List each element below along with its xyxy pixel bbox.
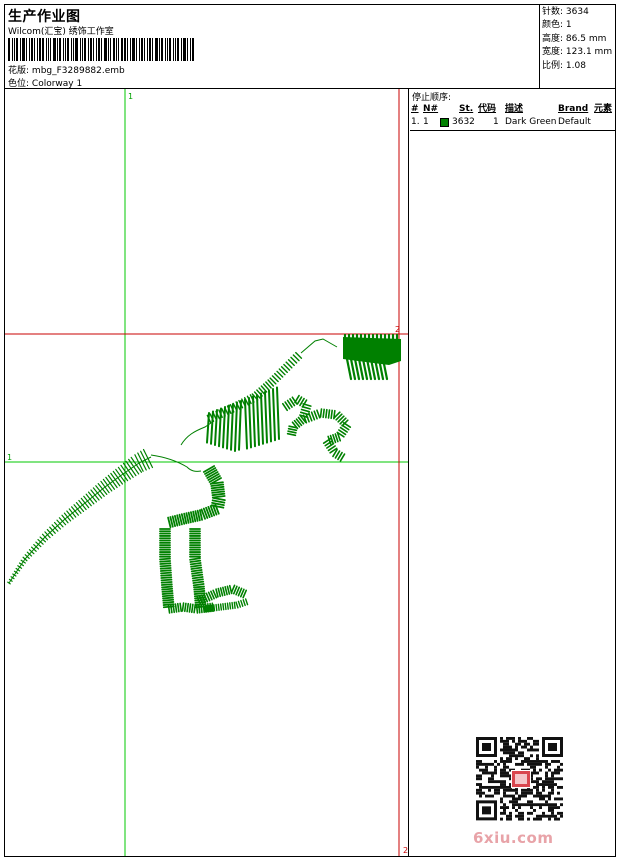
production-worksheet: 生产作业图 Wilcom(汇宝) 绣饰工作室 花版: mbg_F3289882.… — [4, 4, 616, 857]
guide-marker-right-mid: 2 — [395, 325, 400, 334]
col-element: 元素 — [594, 104, 613, 114]
pattern-filename: mbg_F3289882.emb — [31, 66, 125, 76]
col-stitches: St. — [459, 104, 474, 114]
stat-height: 高度: 86.5 mm — [542, 33, 607, 44]
thread-color-swatch — [440, 118, 449, 127]
col-code: 代码 — [478, 104, 497, 114]
stop-sequence-label: 停止顺序: — [412, 93, 452, 103]
guide-marker-top: 1 — [128, 92, 133, 101]
guide-marker-right-bottom: 2 — [403, 846, 408, 855]
stat-scale: 比例: 1.08 — [542, 60, 586, 71]
colorway-label: 色位: — [8, 79, 30, 89]
design-canvas: 1 1 2 2 — [5, 89, 409, 856]
thread-table: # N# St. 代码 描述 Brand 元素 1. 1 3632 1 Dark… — [410, 103, 615, 131]
design-stats: 针数: 3634 颜色: 1 高度: 86.5 mm 宽度: 123.1 mm … — [539, 5, 615, 89]
col-index: # — [411, 104, 419, 114]
qr-code — [475, 736, 565, 822]
barcode — [8, 38, 198, 61]
dinosaur-skeleton-design — [7, 333, 401, 614]
stat-stitches: 针数: 3634 — [542, 7, 589, 17]
embroidery-preview: 1 1 2 2 — [5, 89, 408, 856]
watermark-site: 6xiu.com — [473, 829, 554, 847]
thread-row: 1. 1 3632 1 Dark Green Default — [411, 117, 591, 127]
worksheet-title: 生产作业图 — [8, 9, 81, 25]
guide-marker-left: 1 — [7, 453, 12, 462]
pattern-info: 花版: mbg_F3289882.emb — [8, 63, 125, 76]
pattern-label: 花版: — [8, 66, 30, 76]
colorway-info: 色位: Colorway 1 — [8, 76, 82, 89]
thread-table-header: # N# St. 代码 描述 Brand 元素 — [410, 103, 615, 116]
colorway-value: Colorway 1 — [31, 79, 83, 89]
col-brand: Brand — [558, 104, 589, 114]
software-name: Wilcom(汇宝) 绣饰工作室 — [8, 27, 114, 37]
col-description: 描述 — [505, 104, 524, 114]
col-needle: N# — [423, 104, 439, 114]
stat-colors: 颜色: 1 — [542, 20, 572, 31]
worksheet-header: 生产作业图 Wilcom(汇宝) 绣饰工作室 花版: mbg_F3289882.… — [5, 5, 615, 89]
stat-width: 宽度: 123.1 mm — [542, 47, 613, 58]
